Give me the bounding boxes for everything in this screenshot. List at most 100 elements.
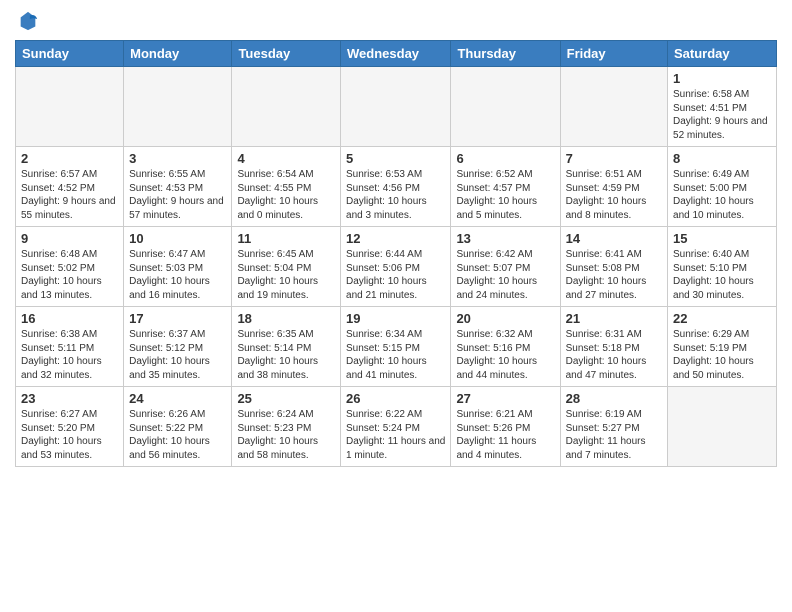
calendar-cell: 9 Sunrise: 6:48 AM Sunset: 5:02 PM Daylig… bbox=[16, 227, 124, 307]
day-info: Sunrise: 6:22 AM Sunset: 5:24 PM Dayligh… bbox=[346, 408, 445, 462]
calendar-day-header: Saturday bbox=[668, 41, 777, 67]
day-info: Sunrise: 6:55 AM Sunset: 4:53 PM Dayligh… bbox=[129, 168, 226, 222]
day-info: Sunrise: 6:57 AM Sunset: 4:52 PM Dayligh… bbox=[21, 168, 118, 222]
day-number: 20 bbox=[456, 311, 554, 326]
day-info: Sunrise: 6:27 AM Sunset: 5:20 PM Dayligh… bbox=[21, 408, 118, 462]
calendar-day-header: Friday bbox=[560, 41, 667, 67]
calendar-cell: 26 Sunrise: 6:22 AM Sunset: 5:24 PM Dayli… bbox=[341, 387, 451, 467]
day-info: Sunrise: 6:52 AM Sunset: 4:57 PM Dayligh… bbox=[456, 168, 554, 222]
day-info: Sunrise: 6:31 AM Sunset: 5:18 PM Dayligh… bbox=[566, 328, 662, 382]
day-info: Sunrise: 6:49 AM Sunset: 5:00 PM Dayligh… bbox=[673, 168, 771, 222]
calendar-cell: 27 Sunrise: 6:21 AM Sunset: 5:26 PM Dayli… bbox=[451, 387, 560, 467]
day-number: 23 bbox=[21, 391, 118, 406]
calendar-cell: 10 Sunrise: 6:47 AM Sunset: 5:03 PM Dayli… bbox=[124, 227, 232, 307]
day-number: 24 bbox=[129, 391, 226, 406]
calendar-cell bbox=[124, 67, 232, 147]
day-info: Sunrise: 6:24 AM Sunset: 5:23 PM Dayligh… bbox=[237, 408, 335, 462]
day-number: 5 bbox=[346, 151, 445, 166]
calendar-cell: 12 Sunrise: 6:44 AM Sunset: 5:06 PM Dayli… bbox=[341, 227, 451, 307]
logo-text bbox=[15, 10, 39, 32]
day-number: 12 bbox=[346, 231, 445, 246]
calendar-cell: 16Sunrise: 6:38 AM Sunset: 5:11 PM Dayli… bbox=[16, 307, 124, 387]
day-info: Sunrise: 6:40 AM Sunset: 5:10 PM Dayligh… bbox=[673, 248, 771, 302]
day-number: 25 bbox=[237, 391, 335, 406]
day-info: Sunrise: 6:32 AM Sunset: 5:16 PM Dayligh… bbox=[456, 328, 554, 382]
calendar-cell: 20 Sunrise: 6:32 AM Sunset: 5:16 PM Dayli… bbox=[451, 307, 560, 387]
day-info: Sunrise: 6:37 AM Sunset: 5:12 PM Dayligh… bbox=[129, 328, 226, 382]
day-number: 16 bbox=[21, 311, 118, 326]
calendar-header-row: SundayMondayTuesdayWednesdayThursdayFrid… bbox=[16, 41, 777, 67]
calendar-cell: 4 Sunrise: 6:54 AM Sunset: 4:55 PM Daylig… bbox=[232, 147, 341, 227]
day-info: Sunrise: 6:19 AM Sunset: 5:27 PM Dayligh… bbox=[566, 408, 662, 462]
day-number: 27 bbox=[456, 391, 554, 406]
day-number: 19 bbox=[346, 311, 445, 326]
day-info: Sunrise: 6:35 AM Sunset: 5:14 PM Dayligh… bbox=[237, 328, 335, 382]
calendar-cell bbox=[451, 67, 560, 147]
calendar-cell: 19 Sunrise: 6:34 AM Sunset: 5:15 PM Dayli… bbox=[341, 307, 451, 387]
day-info: Sunrise: 6:41 AM Sunset: 5:08 PM Dayligh… bbox=[566, 248, 662, 302]
day-info: Sunrise: 6:34 AM Sunset: 5:15 PM Dayligh… bbox=[346, 328, 445, 382]
calendar-cell bbox=[341, 67, 451, 147]
day-number: 21 bbox=[566, 311, 662, 326]
day-info: Sunrise: 6:48 AM Sunset: 5:02 PM Dayligh… bbox=[21, 248, 118, 302]
calendar-week-row: 9 Sunrise: 6:48 AM Sunset: 5:02 PM Daylig… bbox=[16, 227, 777, 307]
calendar-cell: 17 Sunrise: 6:37 AM Sunset: 5:12 PM Dayli… bbox=[124, 307, 232, 387]
calendar-day-header: Wednesday bbox=[341, 41, 451, 67]
day-info: Sunrise: 6:21 AM Sunset: 5:26 PM Dayligh… bbox=[456, 408, 554, 462]
day-number: 2 bbox=[21, 151, 118, 166]
calendar-cell bbox=[232, 67, 341, 147]
calendar-week-row: 2 Sunrise: 6:57 AM Sunset: 4:52 PM Daylig… bbox=[16, 147, 777, 227]
day-number: 6 bbox=[456, 151, 554, 166]
calendar-week-row: 16Sunrise: 6:38 AM Sunset: 5:11 PM Dayli… bbox=[16, 307, 777, 387]
day-info: Sunrise: 6:29 AM Sunset: 5:19 PM Dayligh… bbox=[673, 328, 771, 382]
day-number: 18 bbox=[237, 311, 335, 326]
calendar-cell: 25 Sunrise: 6:24 AM Sunset: 5:23 PM Dayli… bbox=[232, 387, 341, 467]
day-number: 22 bbox=[673, 311, 771, 326]
day-info: Sunrise: 6:51 AM Sunset: 4:59 PM Dayligh… bbox=[566, 168, 662, 222]
calendar-cell: 24Sunrise: 6:26 AM Sunset: 5:22 PM Dayli… bbox=[124, 387, 232, 467]
calendar-cell: 5 Sunrise: 6:53 AM Sunset: 4:56 PM Daylig… bbox=[341, 147, 451, 227]
calendar-day-header: Thursday bbox=[451, 41, 560, 67]
logo-icon bbox=[17, 10, 39, 32]
calendar-cell: 15 Sunrise: 6:40 AM Sunset: 5:10 PM Dayli… bbox=[668, 227, 777, 307]
day-number: 17 bbox=[129, 311, 226, 326]
calendar-cell: 18 Sunrise: 6:35 AM Sunset: 5:14 PM Dayli… bbox=[232, 307, 341, 387]
day-info: Sunrise: 6:44 AM Sunset: 5:06 PM Dayligh… bbox=[346, 248, 445, 302]
day-info: Sunrise: 6:47 AM Sunset: 5:03 PM Dayligh… bbox=[129, 248, 226, 302]
calendar-cell: 28Sunrise: 6:19 AM Sunset: 5:27 PM Dayli… bbox=[560, 387, 667, 467]
day-number: 9 bbox=[21, 231, 118, 246]
day-number: 10 bbox=[129, 231, 226, 246]
calendar-body: 1 Sunrise: 6:58 AM Sunset: 4:51 PM Daylig… bbox=[16, 67, 777, 467]
calendar-cell: 6 Sunrise: 6:52 AM Sunset: 4:57 PM Daylig… bbox=[451, 147, 560, 227]
day-info: Sunrise: 6:42 AM Sunset: 5:07 PM Dayligh… bbox=[456, 248, 554, 302]
day-info: Sunrise: 6:45 AM Sunset: 5:04 PM Dayligh… bbox=[237, 248, 335, 302]
day-number: 7 bbox=[566, 151, 662, 166]
calendar-day-header: Sunday bbox=[16, 41, 124, 67]
day-number: 8 bbox=[673, 151, 771, 166]
day-info: Sunrise: 6:53 AM Sunset: 4:56 PM Dayligh… bbox=[346, 168, 445, 222]
day-number: 13 bbox=[456, 231, 554, 246]
calendar-cell: 11 Sunrise: 6:45 AM Sunset: 5:04 PM Dayli… bbox=[232, 227, 341, 307]
calendar-day-header: Tuesday bbox=[232, 41, 341, 67]
day-number: 11 bbox=[237, 231, 335, 246]
calendar: SundayMondayTuesdayWednesdayThursdayFrid… bbox=[15, 40, 777, 467]
day-number: 26 bbox=[346, 391, 445, 406]
calendar-week-row: 1 Sunrise: 6:58 AM Sunset: 4:51 PM Daylig… bbox=[16, 67, 777, 147]
page: SundayMondayTuesdayWednesdayThursdayFrid… bbox=[0, 0, 792, 612]
calendar-cell: 2 Sunrise: 6:57 AM Sunset: 4:52 PM Daylig… bbox=[16, 147, 124, 227]
day-number: 1 bbox=[673, 71, 771, 86]
header bbox=[15, 10, 777, 32]
day-number: 4 bbox=[237, 151, 335, 166]
calendar-cell bbox=[668, 387, 777, 467]
day-info: Sunrise: 6:54 AM Sunset: 4:55 PM Dayligh… bbox=[237, 168, 335, 222]
day-info: Sunrise: 6:58 AM Sunset: 4:51 PM Dayligh… bbox=[673, 88, 771, 142]
day-number: 15 bbox=[673, 231, 771, 246]
calendar-cell: 23 Sunrise: 6:27 AM Sunset: 5:20 PM Dayli… bbox=[16, 387, 124, 467]
calendar-cell: 1 Sunrise: 6:58 AM Sunset: 4:51 PM Daylig… bbox=[668, 67, 777, 147]
calendar-cell: 7 Sunrise: 6:51 AM Sunset: 4:59 PM Daylig… bbox=[560, 147, 667, 227]
calendar-cell: 8 Sunrise: 6:49 AM Sunset: 5:00 PM Daylig… bbox=[668, 147, 777, 227]
calendar-cell bbox=[16, 67, 124, 147]
calendar-week-row: 23 Sunrise: 6:27 AM Sunset: 5:20 PM Dayli… bbox=[16, 387, 777, 467]
calendar-cell: 13 Sunrise: 6:42 AM Sunset: 5:07 PM Dayli… bbox=[451, 227, 560, 307]
day-number: 14 bbox=[566, 231, 662, 246]
